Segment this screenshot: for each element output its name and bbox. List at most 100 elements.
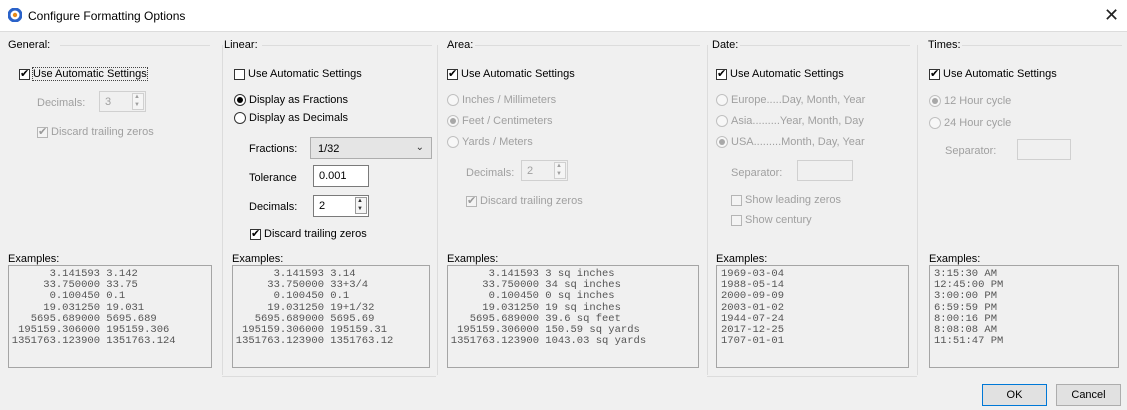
spinner-arrows-icon[interactable]: ▲ ▼ xyxy=(132,93,144,110)
example-formatted-value: 19 sq inches xyxy=(539,301,621,314)
example-input-value: 1351763.123900 xyxy=(235,335,324,348)
window-title: Configure Formatting Options xyxy=(28,9,186,23)
checkbox-box[interactable] xyxy=(234,68,245,80)
area-divider-left xyxy=(437,45,438,375)
example-formatted-value: 19.031 xyxy=(100,301,145,314)
general-divider xyxy=(60,45,210,46)
linear-divider-left xyxy=(222,45,223,375)
date-format-radio-2[interactable]: USA.........Month, Day, Year xyxy=(716,136,865,148)
general-auto-checkbox[interactable]: Use Automatic Settings xyxy=(19,67,148,81)
times-cycle-radio-0[interactable]: 12 Hour cycle xyxy=(929,95,1011,107)
radio-dot[interactable] xyxy=(447,136,459,148)
radio-dot[interactable] xyxy=(447,94,459,106)
times-examples-list: 3:15:30 AM 12:45:00 PM 3:00:00 PM 6:59:59 P… xyxy=(929,265,1119,368)
times-cycle-label: 24 Hour cycle xyxy=(944,117,1012,129)
times-cycle-radio-1[interactable]: 24 Hour cycle xyxy=(929,117,1011,129)
radio-dot[interactable] xyxy=(234,112,246,124)
example-formatted-value: 34 sq inches xyxy=(539,279,621,292)
linear-fractions-label: Display as Fractions xyxy=(249,94,349,106)
checkbox-box[interactable] xyxy=(250,227,261,241)
example-formatted-value: 195159.306 xyxy=(100,323,170,336)
linear-tolerance-label: Tolerance xyxy=(249,172,297,184)
radio-dot[interactable] xyxy=(716,115,728,127)
spinner-arrows-icon[interactable]: ▲ ▼ xyxy=(355,197,367,214)
checkbox-box[interactable] xyxy=(466,194,477,208)
general-examples-list: 3.141593 3.142 33.750000 33.75 0.100450 0.… xyxy=(8,265,212,368)
checkbox-box[interactable] xyxy=(447,67,458,81)
select-value: 1/32 xyxy=(318,143,340,155)
date-examples-label: Examples: xyxy=(716,253,768,265)
date-format-radio-1[interactable]: Asia.........Year, Month, Day xyxy=(716,115,864,127)
date-separator-input[interactable] xyxy=(797,160,853,181)
times-title: Times: xyxy=(928,39,961,51)
date-divider xyxy=(740,45,910,46)
area-title: Area: xyxy=(447,39,474,51)
date-format-label: Europe.....Day, Month, Year xyxy=(731,94,866,106)
area-discard-label: Discard trailing zeros xyxy=(480,195,583,207)
radio-dot[interactable] xyxy=(234,94,246,106)
general-decimals-spinner[interactable]: 3 ▲ ▼ xyxy=(99,91,146,112)
close-icon[interactable]: ✕ xyxy=(1104,5,1119,25)
date-auto-checkbox[interactable]: Use Automatic Settings xyxy=(716,67,844,81)
date-format-radio-0[interactable]: Europe.....Day, Month, Year xyxy=(716,94,865,106)
general-title: General: xyxy=(8,39,51,51)
cancel-button[interactable]: Cancel xyxy=(1056,384,1121,406)
date-format-label: Asia.........Year, Month, Day xyxy=(731,115,864,127)
area-decimals-spinner[interactable]: 2 ▲ ▼ xyxy=(521,160,568,181)
checkbox-box[interactable] xyxy=(731,194,742,206)
radio-dot[interactable] xyxy=(716,94,728,106)
general-examples-label: Examples: xyxy=(8,253,60,265)
ok-button[interactable]: OK xyxy=(982,384,1047,406)
checkbox-box[interactable] xyxy=(19,67,30,81)
title-bar: Configure Formatting Options ✕ xyxy=(0,0,1127,32)
example-formatted-value: 3 sq inches xyxy=(539,268,615,280)
checkbox-box[interactable] xyxy=(716,67,727,81)
general-discard-label: Discard trailing zeros xyxy=(51,126,154,138)
linear-decimals-radio[interactable]: Display as Decimals xyxy=(234,112,348,124)
checkbox-box[interactable] xyxy=(929,67,940,81)
example-formatted-value: 3.14 xyxy=(324,268,356,280)
date-examples-list: 1969-03-04 1988-05-14 2000-09-09 2003-01-02… xyxy=(716,265,909,368)
linear-tolerance-input[interactable]: 0.001 xyxy=(313,165,369,187)
radio-dot[interactable] xyxy=(447,115,459,127)
date-leading-zeros-checkbox[interactable]: Show leading zeros xyxy=(731,194,841,206)
example-input-value: 0.100450 xyxy=(273,290,324,303)
date-divider-bottom xyxy=(707,376,917,377)
spinner-arrows-icon[interactable]: ▲ ▼ xyxy=(554,162,566,179)
linear-fractions-select[interactable]: 1/32 ⌄ xyxy=(310,137,432,159)
radio-dot[interactable] xyxy=(929,117,941,129)
linear-examples-list: 3.141593 3.14 33.750000 33+3/4 0.100450 0.… xyxy=(232,265,430,368)
example-formatted-value: 19+1/32 xyxy=(324,301,375,314)
area-decimals-label: Decimals: xyxy=(466,167,515,179)
general-auto-label: Use Automatic Settings xyxy=(32,67,148,81)
linear-fractions-radio[interactable]: Display as Fractions xyxy=(234,94,348,106)
linear-fractions-label-text: Fractions: xyxy=(249,143,298,155)
times-separator-label: Separator: xyxy=(945,145,997,157)
checkbox-box[interactable] xyxy=(37,125,48,139)
general-discard-checkbox[interactable]: Discard trailing zeros xyxy=(37,125,154,139)
area-discard-checkbox[interactable]: Discard trailing zeros xyxy=(466,194,583,208)
linear-discard-label: Discard trailing zeros xyxy=(264,228,367,240)
area-unit-radio-1[interactable]: Feet / Centimeters xyxy=(447,115,552,127)
example-formatted-value: 5695.689 xyxy=(100,312,157,325)
radio-dot[interactable] xyxy=(929,95,941,107)
times-auto-checkbox[interactable]: Use Automatic Settings xyxy=(929,67,1057,81)
example-row: 11:51:47 PM xyxy=(934,335,1004,348)
checkbox-box[interactable] xyxy=(731,214,742,226)
area-unit-radio-2[interactable]: Yards / Meters xyxy=(447,136,533,148)
date-century-checkbox[interactable]: Show century xyxy=(731,214,812,226)
date-auto-label: Use Automatic Settings xyxy=(730,68,844,80)
area-examples-list: 3.141593 3 sq inches 33.750000 34 sq inch… xyxy=(447,265,699,368)
times-divider-left xyxy=(917,45,918,375)
area-auto-checkbox[interactable]: Use Automatic Settings xyxy=(447,67,575,81)
date-separator-label: Separator: xyxy=(731,167,783,179)
spinner-value: 2 xyxy=(319,200,326,212)
times-separator-input[interactable] xyxy=(1017,139,1071,160)
linear-divider xyxy=(262,45,432,46)
radio-dot[interactable] xyxy=(716,136,728,148)
example-formatted-value: 0.1 xyxy=(324,290,350,303)
area-unit-radio-0[interactable]: Inches / Millimeters xyxy=(447,94,556,106)
linear-decimals-spinner[interactable]: 2 ▲ ▼ xyxy=(313,195,369,217)
linear-auto-checkbox[interactable]: Use Automatic Settings xyxy=(234,68,362,80)
linear-discard-checkbox[interactable]: Discard trailing zeros xyxy=(250,227,367,241)
